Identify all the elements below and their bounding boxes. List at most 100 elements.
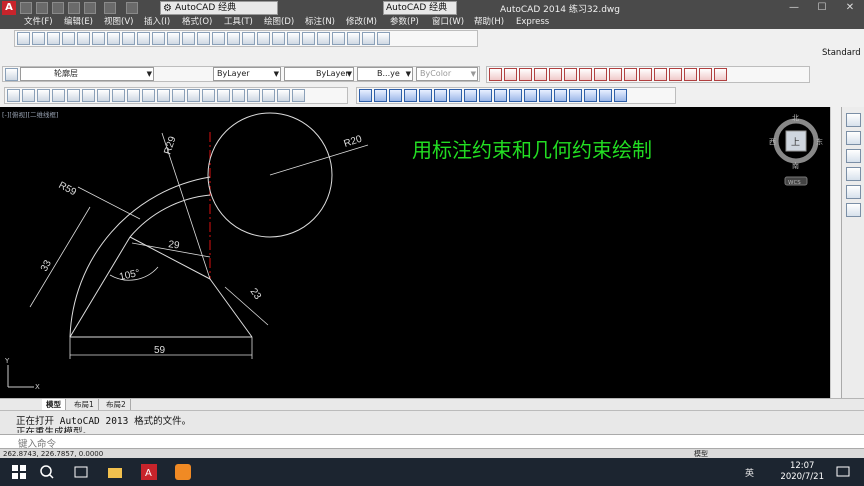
dim-text-59[interactable]: 59 [154,345,166,356]
app-taskbar-icon[interactable] [174,463,192,481]
menu-edit[interactable]: 编辑(E) [64,16,93,29]
parallel-icon[interactable] [549,68,562,81]
vertical-icon[interactable] [594,68,607,81]
plot-icon[interactable] [84,2,96,14]
point-icon[interactable] [202,89,215,102]
horizontal-icon[interactable] [579,68,592,81]
dim-text-r59[interactable]: R59 [57,180,79,199]
zoom-previous-icon[interactable] [272,32,285,45]
polygon-icon[interactable] [52,89,65,102]
table-icon[interactable] [262,89,275,102]
zoom-realtime-icon[interactable] [242,32,255,45]
dim-text-29[interactable]: 29 [168,239,181,252]
line-icon[interactable] [7,89,20,102]
offset-icon[interactable] [404,89,417,102]
polyline-icon[interactable] [37,89,50,102]
linetype-select[interactable]: ByLayer ▼ [284,67,354,81]
viewcube-south[interactable]: 南 [792,161,799,170]
symmetric-icon[interactable] [639,68,652,81]
match-prop-icon[interactable] [167,32,180,45]
dim-linear-icon[interactable] [846,113,861,127]
mirror-icon[interactable] [389,89,402,102]
spline-icon[interactable] [127,89,140,102]
notification-icon[interactable] [834,463,852,481]
menu-parametric[interactable]: 参数(P) [390,16,419,29]
save-as-icon[interactable] [68,2,80,14]
command-input[interactable]: 键入命令 [0,434,864,450]
break-point-icon[interactable] [524,89,537,102]
plotstyle-select[interactable]: ByColor ▼ [416,67,478,81]
array-icon[interactable] [419,89,432,102]
drawing-canvas[interactable]: [-][俯视][二维线框] R20 R29 R59 29 33 105° 23 … [0,107,841,398]
save-icon[interactable] [47,32,60,45]
tab-layout2[interactable]: 布局2 [102,399,131,410]
blend-icon[interactable] [599,89,612,102]
undo-icon[interactable] [104,2,116,14]
tool-palettes-icon[interactable] [317,32,330,45]
hide-constraints-icon[interactable] [684,68,697,81]
menu-insert[interactable]: 插入(I) [144,16,170,29]
layer-manager-icon[interactable] [5,67,18,81]
extend-icon[interactable] [509,89,522,102]
save-icon[interactable] [52,2,64,14]
redo-icon[interactable] [126,2,138,14]
layer-select[interactable]: 轮廓层 ▼ [20,67,154,81]
equal-icon[interactable] [654,68,667,81]
viewcube-east[interactable]: 东 [816,137,823,146]
move-icon[interactable] [434,89,447,102]
tangent-icon[interactable] [609,68,622,81]
coincident-icon[interactable] [489,68,502,81]
mtext-icon[interactable] [277,89,290,102]
perpendicular-icon[interactable] [564,68,577,81]
workspace-select[interactable]: ⚙ AutoCAD 经典 [160,1,278,15]
color-select[interactable]: ByLayer ▼ [213,67,281,81]
workspace-switch-select[interactable]: AutoCAD 经典 [383,1,457,15]
insert-block-icon[interactable] [172,89,185,102]
menu-view[interactable]: 视图(V) [104,16,133,29]
menu-dimension[interactable]: 标注(N) [305,16,335,29]
revcloud-icon[interactable] [112,89,125,102]
copy-object-icon[interactable] [374,89,387,102]
publish-icon[interactable] [92,32,105,45]
viewcube-top[interactable]: 上 [791,137,800,148]
text-style-select[interactable]: Standard [822,48,861,58]
ime-indicator[interactable]: 英 [745,466,754,479]
collinear-icon[interactable] [504,68,517,81]
rotate-icon[interactable] [449,89,462,102]
new-file-icon[interactable] [20,2,32,14]
block-editor-icon[interactable] [182,32,195,45]
file-explorer-icon[interactable] [106,463,124,481]
menu-express[interactable]: Express [516,16,549,29]
add-selected-icon[interactable] [292,89,305,102]
new-icon[interactable] [17,32,30,45]
open-file-icon[interactable] [36,2,48,14]
ellipse-icon[interactable] [142,89,155,102]
clock[interactable]: 12:07 2020/7/21 [780,461,824,483]
dim-angular-icon[interactable] [846,185,861,199]
dim-aligned-icon[interactable] [846,131,861,145]
menu-file[interactable]: 文件(F) [24,16,53,29]
lineweight-select[interactable]: B...ye ▼ [357,67,413,81]
dim-text-23[interactable]: 23 [248,286,264,302]
gradient-icon[interactable] [232,89,245,102]
task-view-icon[interactable] [72,463,90,481]
fix-icon[interactable] [534,68,547,81]
undo-tb-icon[interactable] [197,32,210,45]
dim-convert-icon[interactable] [846,203,861,217]
dim-arc-icon[interactable] [846,149,861,163]
maximize-icon[interactable]: ☐ [808,0,836,16]
design-center-icon[interactable] [302,32,315,45]
tab-model[interactable]: 模型 [42,399,66,410]
region-icon[interactable] [247,89,260,102]
pan-icon[interactable] [227,32,240,45]
hatch-icon[interactable] [217,89,230,102]
properties-icon[interactable] [287,32,300,45]
paste-icon[interactable] [152,32,165,45]
break-icon[interactable] [539,89,552,102]
chamfer-icon[interactable] [569,89,582,102]
help-icon[interactable] [377,32,390,45]
vertical-scrollbar[interactable] [830,107,841,398]
sheet-set-icon[interactable] [332,32,345,45]
erase-icon[interactable] [359,89,372,102]
print-icon[interactable] [62,32,75,45]
